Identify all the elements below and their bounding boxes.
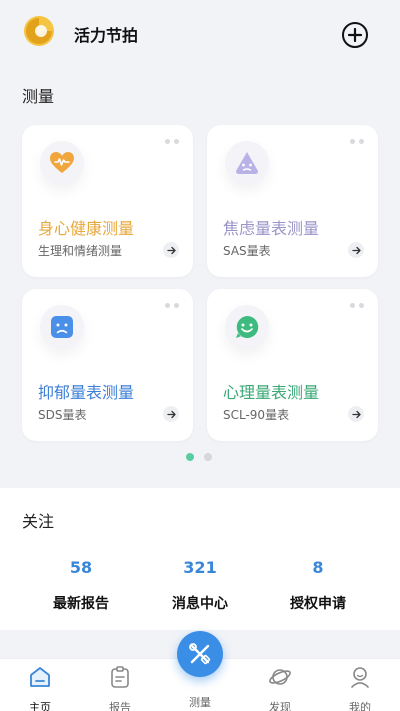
measure-icon (189, 643, 211, 665)
card-title: 心理量表测量 (223, 383, 320, 402)
stat-message-center[interactable]: 321 消息中心 (145, 558, 255, 616)
card-title: 抑郁量表测量 (38, 383, 135, 402)
app-logo-icon (24, 16, 54, 46)
section-title: 测量 (22, 87, 55, 106)
card-subtitle: SCL-90量表 (223, 408, 290, 422)
smile-chat-icon (225, 305, 269, 349)
heart-wave-icon (40, 141, 84, 185)
card-subtitle: SAS量表 (223, 244, 271, 258)
add-button[interactable] (342, 22, 368, 48)
card-depression-scale[interactable]: 抑郁量表测量 SDS量表 (22, 289, 193, 441)
card-subtitle: 生理和情绪测量 (38, 244, 123, 258)
tab-measure-label: 测量 (189, 696, 211, 709)
page-dot[interactable] (204, 453, 212, 461)
card-title: 身心健康测量 (38, 219, 135, 238)
page-indicator (186, 453, 212, 461)
more-dots-icon[interactable] (350, 303, 364, 308)
stat-authorization[interactable]: 8 授权申请 (263, 558, 373, 616)
card-psychology-scale[interactable]: 心理量表测量 SCL-90量表 (207, 289, 378, 441)
follow-section: 关注 58 最新报告 321 消息中心 8 授权申请 (0, 488, 400, 630)
arrow-right-icon[interactable] (163, 242, 179, 258)
stat-label: 最新报告 (51, 593, 111, 616)
measure-fab-button[interactable] (177, 631, 223, 677)
arrow-right-icon[interactable] (163, 406, 179, 422)
follow-title: 关注 (22, 512, 55, 531)
card-subtitle: SDS量表 (38, 408, 87, 422)
stat-latest-reports[interactable]: 58 最新报告 (26, 558, 136, 616)
header: 活力节拍 (0, 0, 400, 70)
anxiety-face-icon (225, 141, 269, 185)
page-dot-active[interactable] (186, 453, 194, 461)
home-icon (30, 667, 50, 687)
more-dots-icon[interactable] (165, 303, 179, 308)
stat-label: 消息中心 (170, 593, 230, 616)
more-dots-icon[interactable] (165, 139, 179, 144)
stat-label: 授权申请 (288, 593, 348, 616)
arrow-right-icon[interactable] (348, 406, 364, 422)
card-title: 焦虑量表测量 (223, 219, 320, 238)
card-physical-mental[interactable]: 身心健康测量 生理和情绪测量 (22, 125, 193, 277)
card-anxiety-scale[interactable]: 焦虑量表测量 SAS量表 (207, 125, 378, 277)
stat-value: 8 (312, 558, 324, 577)
sad-face-icon (40, 305, 84, 349)
stat-value: 321 (183, 558, 217, 577)
stat-value: 58 (69, 558, 93, 577)
plus-icon (348, 28, 362, 42)
arrow-right-icon[interactable] (348, 242, 364, 258)
more-dots-icon[interactable] (350, 139, 364, 144)
planet-icon (269, 669, 291, 685)
app-title: 活力节拍 (74, 26, 139, 45)
clipboard-icon (111, 666, 129, 688)
user-icon (351, 667, 369, 688)
